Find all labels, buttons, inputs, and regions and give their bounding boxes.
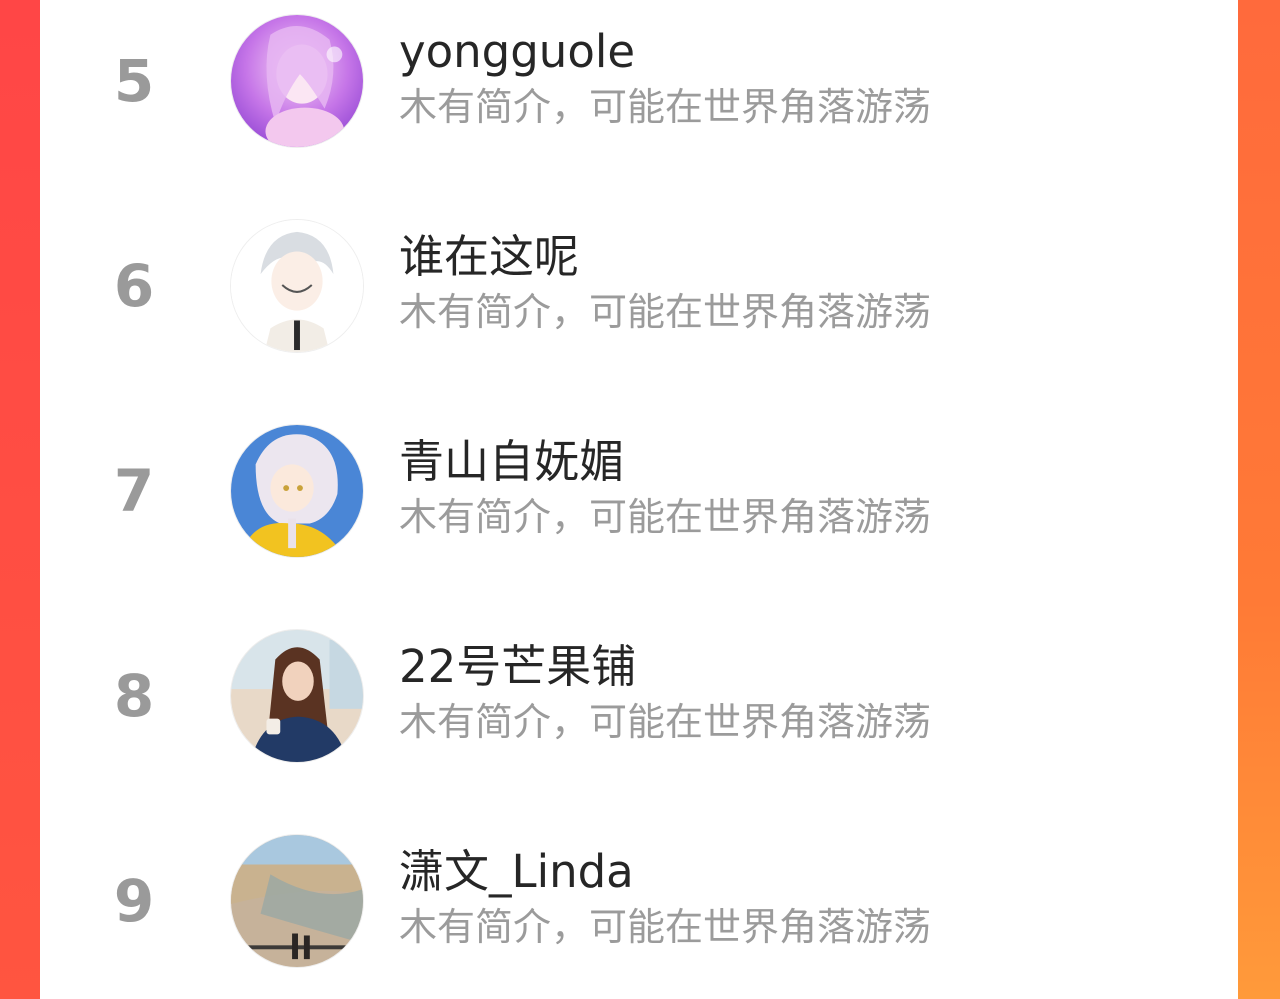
ranking-row[interactable]: 8 22号芒果铺 木有简介，可能在世界角落游荡 [40,615,1238,820]
user-name[interactable]: 潇文_Linda [399,849,634,894]
user-avatar[interactable] [230,424,364,558]
user-avatar[interactable] [230,14,364,148]
anime-girl-yellow-avatar-icon [231,425,363,557]
user-avatar[interactable] [230,219,364,353]
user-bio: 木有简介，可能在世界角落游荡 [399,495,932,539]
background-left-edge [0,0,40,999]
rank-number: 6 [113,252,155,320]
user-bio: 木有简介，可能在世界角落游荡 [399,700,932,744]
user-bio: 木有简介，可能在世界角落游荡 [399,290,932,334]
rank-number: 8 [113,662,155,730]
user-bio: 木有简介，可能在世界角落游荡 [399,85,932,129]
ranking-row[interactable]: 5 yongguole 木有简介，可能在世界角落游荡 [40,0,1238,205]
ranking-row[interactable]: 6 谁在这呢 木有简介，可能在世界角落游荡 [40,205,1238,410]
user-avatar[interactable] [230,834,364,968]
background-right-edge [1238,0,1280,999]
ranking-row[interactable]: 9 潇文_Linda 木有简介，可能在世界角落游荡 [40,820,1238,999]
rank-number: 7 [113,457,155,525]
user-avatar[interactable] [230,629,364,763]
ranking-row[interactable]: 7 青山自妩媚 木有简介，可能在世界角落游荡 [40,410,1238,615]
user-name[interactable]: 青山自妩媚 [399,439,624,484]
anime-girl-purple-avatar-icon [231,15,363,147]
user-name[interactable]: 谁在这呢 [399,234,579,279]
photo-woman-avatar-icon [231,630,363,762]
anime-boy-white-hair-avatar-icon [231,220,363,352]
rank-number: 9 [113,867,155,935]
user-bio: 木有简介，可能在世界角落游荡 [399,905,932,949]
user-name[interactable]: yongguole [399,29,635,74]
rank-number: 5 [113,47,155,115]
user-name[interactable]: 22号芒果铺 [399,644,636,689]
beach-photo-avatar-icon [231,835,363,967]
ranking-list-card: 5 yongguole 木有简介，可能在世界角落游荡 6 谁在这呢 木有简介，可… [40,0,1238,999]
